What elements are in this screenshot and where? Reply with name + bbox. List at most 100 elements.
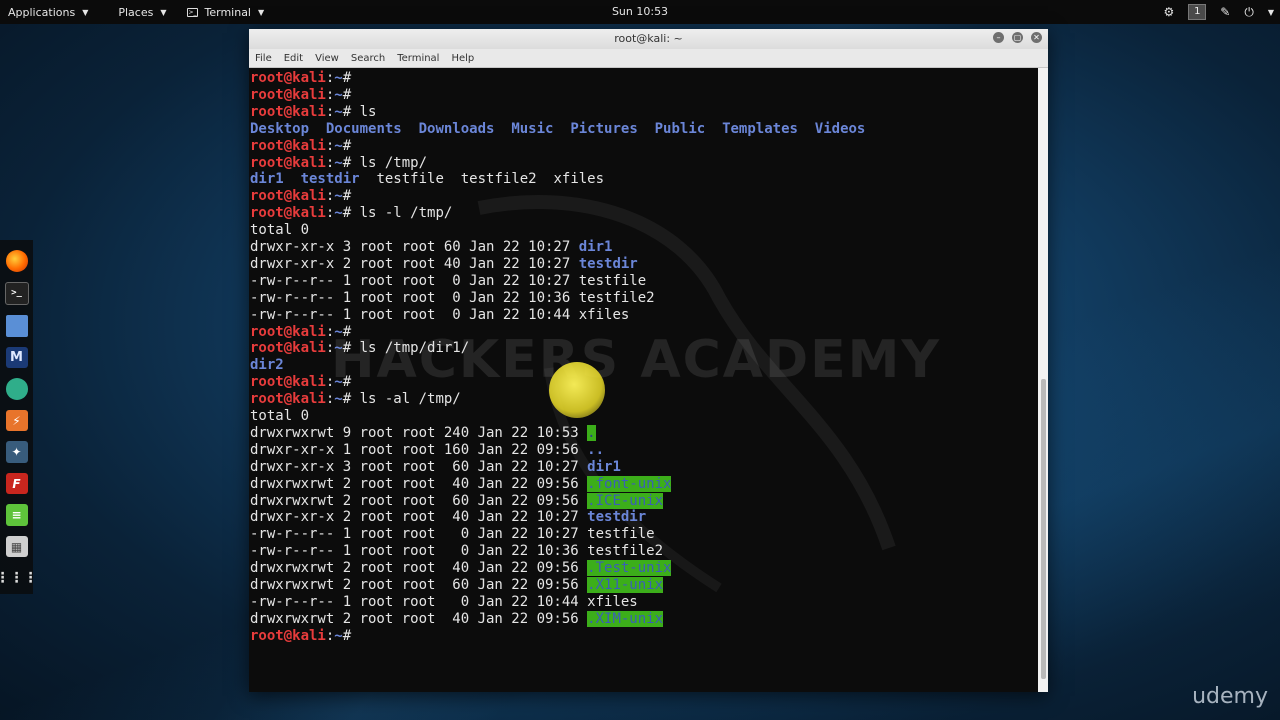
prompt-symbol: # xyxy=(342,70,360,86)
command-text: ls xyxy=(359,103,377,120)
prompt-symbol: # xyxy=(342,323,360,340)
prompt-user: root@kali xyxy=(250,103,326,120)
directory-name: .ICE-unix xyxy=(587,492,664,509)
misc-app-icon[interactable]: ▦ xyxy=(5,535,28,558)
file-name: testfile xyxy=(376,171,444,188)
applications-menu[interactable]: Applications ▼ xyxy=(0,0,96,24)
menu-edit[interactable]: Edit xyxy=(278,53,309,64)
prompt-line: root@kali:~# xyxy=(250,138,360,155)
directory-name: Desktop xyxy=(250,120,310,137)
workspace-indicator[interactable]: 1 xyxy=(1188,4,1207,20)
prompt-path: ~ xyxy=(334,137,343,154)
listing-row: -rw-r--r-- 1 root root 0 Jan 22 10:44 xf… xyxy=(250,594,638,611)
file-name: testfile2 xyxy=(587,543,664,560)
output-text: total 0 xyxy=(250,222,310,239)
metasploit-icon[interactable]: M xyxy=(5,346,28,369)
prompt-path: ~ xyxy=(334,103,343,120)
chevron-down-icon: ▼ xyxy=(82,7,89,17)
watermark-text: HACKERS ACADEMY xyxy=(331,330,942,390)
menu-file[interactable]: File xyxy=(249,53,278,64)
menu-search[interactable]: Search xyxy=(345,53,391,64)
listing-row: drwxrwxrwt 2 root root 60 Jan 22 09:56 .… xyxy=(250,577,664,594)
close-icon[interactable]: ✕ xyxy=(1031,32,1042,43)
prompt-user: root@kali xyxy=(250,70,326,86)
firefox-icon[interactable] xyxy=(5,250,28,272)
file-metadata: drwxrwxrwt 2 root root 40 Jan 22 09:56 xyxy=(250,610,588,627)
listing-row: drwxr-xr-x 2 root root 40 Jan 22 10:27 t… xyxy=(250,509,646,526)
power-icon[interactable]: ⏻ xyxy=(1244,5,1254,20)
prompt-symbol: # xyxy=(342,627,360,644)
directory-name: .Test-unix xyxy=(587,560,672,577)
file-metadata: drwxr-xr-x 3 root root 60 Jan 22 10:27 xyxy=(250,458,588,475)
output-line: Desktop Documents Downloads Music Pictur… xyxy=(250,121,865,138)
armitage-icon[interactable] xyxy=(5,378,28,400)
prompt-symbol: # xyxy=(342,103,360,120)
prompt-user: root@kali xyxy=(250,154,326,171)
file-name: testfile2 xyxy=(578,289,655,306)
files-icon[interactable] xyxy=(5,315,28,337)
prompt-line: root@kali:~# ls /tmp/dir1/ xyxy=(250,340,469,357)
file-metadata: drwxrwxrwt 9 root root 240 Jan 22 10:53 xyxy=(250,424,588,441)
prompt-symbol: # xyxy=(342,205,360,222)
menu-terminal[interactable]: Terminal xyxy=(391,53,445,64)
scrollbar-thumb[interactable] xyxy=(1041,379,1046,679)
menu-help[interactable]: Help xyxy=(445,53,480,64)
prompt-symbol: # xyxy=(342,374,360,391)
directory-name: .X11-unix xyxy=(587,577,664,593)
directory-name: Public xyxy=(654,120,706,137)
prompt-symbol: # xyxy=(342,154,360,171)
file-metadata: drwxrwxrwt 2 root root 60 Jan 22 09:56 xyxy=(250,492,588,509)
menu-view[interactable]: View xyxy=(309,53,345,64)
file-name: testfile xyxy=(587,526,655,543)
window-titlebar[interactable]: root@kali: ~ – ▢ ✕ xyxy=(249,29,1048,49)
directory-name: dir2 xyxy=(250,357,284,374)
listing-row: -rw-r--r-- 1 root root 0 Jan 22 10:36 te… xyxy=(250,290,655,307)
minimize-icon[interactable]: – xyxy=(993,32,1004,43)
prompt-path: ~ xyxy=(334,340,343,357)
notes-icon[interactable]: ≡ xyxy=(5,504,28,526)
listing-row: drwxrwxrwt 2 root root 40 Jan 22 09:56 .… xyxy=(250,560,672,577)
listing-row: -rw-r--r-- 1 root root 0 Jan 22 10:27 te… xyxy=(250,273,646,290)
udemy-logo: udemy xyxy=(1192,684,1268,709)
file-metadata: drwxrwxrwt 2 root root 40 Jan 22 09:56 xyxy=(250,560,588,577)
menu-bar: File Edit View Search Terminal Help xyxy=(249,49,1048,68)
file-metadata: -rw-r--r-- 1 root root 0 Jan 22 10:27 xyxy=(250,526,588,543)
directory-name: .font-unix xyxy=(587,475,672,492)
terminal-app-menu[interactable]: >_ Terminal ▼ xyxy=(179,0,273,24)
prompt-line: root@kali:~# xyxy=(250,87,360,104)
file-metadata: -rw-r--r-- 1 root root 0 Jan 22 10:36 xyxy=(250,289,579,306)
faraday-icon[interactable]: F xyxy=(5,472,28,495)
prompt-line: root@kali:~# xyxy=(250,324,360,341)
directory-name: . xyxy=(587,424,596,441)
prompt-path: ~ xyxy=(334,323,343,340)
prompt-user: root@kali xyxy=(250,188,326,205)
chevron-down-icon[interactable]: ▼ xyxy=(1268,8,1274,17)
listing-row: -rw-r--r-- 1 root root 0 Jan 22 10:27 te… xyxy=(250,526,655,543)
output-line: dir1 testdir testfile testfile2 xfiles xyxy=(250,171,604,188)
terminal-output[interactable]: HACKERS ACADEMY root@kali:~# root@kali:~… xyxy=(249,68,1038,692)
prompt-line: root@kali:~# ls -l /tmp/ xyxy=(250,205,452,222)
prompt-path: ~ xyxy=(334,205,343,222)
terminal-icon[interactable]: >_ xyxy=(4,281,29,306)
network-icon[interactable]: ⚙ xyxy=(1164,5,1175,19)
prompt-user: root@kali xyxy=(250,374,326,391)
prompt-path: ~ xyxy=(334,70,343,86)
pen-tool-icon[interactable]: ✎ xyxy=(1220,5,1230,19)
output-line: total 0 xyxy=(250,408,309,425)
prompt-user: root@kali xyxy=(250,323,326,340)
prompt-line: root@kali:~# xyxy=(250,374,360,391)
burpsuite-icon[interactable]: ⚡ xyxy=(5,409,28,432)
maximize-icon[interactable]: ▢ xyxy=(1012,32,1023,43)
listing-row: drwxrwxrwt 2 root root 40 Jan 22 09:56 .… xyxy=(250,475,672,493)
beef-icon[interactable]: ✦ xyxy=(5,441,28,463)
file-metadata: drwxrwxrwt 2 root root 60 Jan 22 09:56 xyxy=(250,577,588,593)
places-menu[interactable]: Places ▼ xyxy=(110,0,174,24)
file-name: testfile2 xyxy=(460,171,537,188)
show-apps-icon[interactable]: ⋮⋮⋮ xyxy=(0,567,38,589)
listing-row: drwxr-xr-x 1 root root 160 Jan 22 09:56 … xyxy=(250,442,604,459)
